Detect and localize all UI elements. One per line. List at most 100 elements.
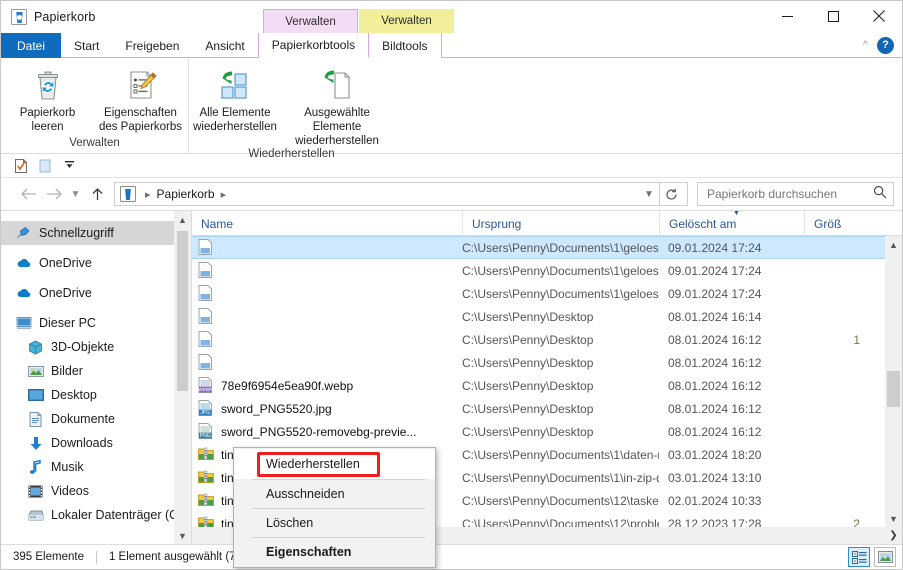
column-header-name[interactable]: Name <box>192 211 462 236</box>
context-menu-item-wiederherstellen[interactable]: Wiederherstellen <box>234 449 435 479</box>
image-file-icon <box>198 239 215 256</box>
origin-cell: C:\Users\Penny\Documents\1\in-zip-dat... <box>462 470 659 485</box>
file-list-vertical-scrollbar[interactable]: ▲ ▼ <box>885 236 902 527</box>
tab-bildtools[interactable]: Bildtools <box>369 33 442 58</box>
deleted-cell: 08.01.2024 16:12 <box>668 332 762 347</box>
chevron-up-icon[interactable]: ^ <box>863 39 868 51</box>
tab-start[interactable]: Start <box>61 33 112 58</box>
recent-locations-icon[interactable]: ▼ <box>67 182 84 206</box>
sidebar-item-onedrive-2[interactable]: OneDrive <box>1 281 191 305</box>
forward-button[interactable] <box>41 182 67 206</box>
search-icon[interactable] <box>873 185 887 204</box>
restore-all-items-button[interactable]: Alle Elemente wiederherstellen <box>189 64 281 134</box>
context-menu-item-ausschneiden[interactable]: Ausschneiden <box>234 480 435 508</box>
tab-freigeben[interactable]: Freigeben <box>112 33 192 58</box>
scroll-up-icon[interactable]: ▲ <box>174 211 191 228</box>
table-row[interactable]: JPG sword_PNG5520.jpg C:\Users\Penny\Des… <box>192 397 902 420</box>
sidebar-item-label: OneDrive <box>39 286 92 300</box>
sidebar-item-bilder[interactable]: Bilder <box>1 359 191 383</box>
up-button[interactable] <box>84 182 110 206</box>
png-file-icon: PNG <box>198 423 215 440</box>
sidebar-item-3d-objekte[interactable]: 3D-Objekte <box>1 335 191 359</box>
file-name-cell: PNG sword_PNG5520-removebg-previe... <box>192 423 462 440</box>
recycle-bin-properties-button[interactable]: Eigenschaften des Papierkorbs <box>94 64 187 134</box>
chevron-down-icon[interactable]: ▼ <box>639 189 659 200</box>
sidebar-item-desktop[interactable]: Desktop <box>1 383 191 407</box>
file-name-cell <box>192 354 462 371</box>
ribbon-button-label: Ausgewählte Elemente wiederherstellen <box>295 107 379 147</box>
sidebar-item-downloads[interactable]: Downloads <box>1 431 191 455</box>
breadcrumb[interactable]: ▸ Papierkorb ▸ ▼ <box>114 182 688 206</box>
table-row[interactable]: PNG sword_PNG5520-removebg-previe... C:\… <box>192 420 902 443</box>
table-row[interactable]: C:\Users\Penny\Documents\1\geloescht... … <box>192 282 902 305</box>
column-header-ursprung[interactable]: Ursprung <box>462 211 659 236</box>
sidebar-item-label: Dieser PC <box>39 316 96 330</box>
table-row[interactable]: WEBP 78e9f6954e5ea90f.webp C:\Users\Penn… <box>192 374 902 397</box>
jpg-file-icon: JPG <box>198 400 215 417</box>
search-input[interactable]: Papierkorb durchsuchen <box>697 182 894 206</box>
breadcrumb-separator[interactable]: ▸ <box>215 188 233 201</box>
ribbon-group-items: Alle Elemente wiederherstellen Ausgewähl… <box>189 64 394 148</box>
column-header-geloescht-am[interactable]: ▼ Gelöscht am <box>659 211 804 236</box>
scrollbar-thumb[interactable] <box>177 231 188 391</box>
navigation-pane-scrollbar[interactable]: ▲ ▼ <box>174 211 191 544</box>
title-bar: Papierkorb Verwalten Verwalten <box>1 1 902 33</box>
tab-datei[interactable]: Datei <box>1 33 62 58</box>
scrollbar-thumb[interactable] <box>887 371 900 407</box>
sidebar-item-dokumente[interactable]: Dokumente <box>1 407 191 431</box>
empty-recycle-bin-icon <box>31 67 65 103</box>
sidebar-item-dieser-pc[interactable]: Dieser PC <box>1 311 191 335</box>
sidebar-item-videos[interactable]: Videos <box>1 479 191 503</box>
deleted-cell: 09.01.2024 17:24 <box>668 263 762 278</box>
contextual-group-label: Verwalten <box>285 15 336 28</box>
deleted-cell: 08.01.2024 16:14 <box>668 309 762 324</box>
column-header-groesse[interactable]: Größ <box>804 211 864 236</box>
scroll-up-icon[interactable]: ▲ <box>885 236 902 253</box>
restore-all-icon <box>217 67 253 103</box>
file-name-cell <box>192 331 462 348</box>
tab-label: Papierkorbtools <box>271 38 356 52</box>
column-headers: Name Ursprung ▼ Gelöscht am Größ <box>192 211 902 236</box>
context-menu-item-loeschen[interactable]: Löschen <box>234 509 435 537</box>
sidebar-item-lokaler-datentraeger-c[interactable]: Lokaler Datenträger (C:) <box>1 503 191 527</box>
large-icons-view-icon[interactable] <box>874 547 896 567</box>
image-file-icon <box>198 308 215 325</box>
scroll-right-icon[interactable]: ❯ <box>885 527 902 544</box>
details-view-icon[interactable] <box>848 547 870 567</box>
tab-ansicht[interactable]: Ansicht <box>192 33 257 58</box>
image-file-icon <box>198 285 215 302</box>
tab-papierkorbtools[interactable]: Papierkorbtools <box>257 33 370 58</box>
help-icon[interactable]: ? <box>877 36 894 54</box>
table-row[interactable]: C:\Users\Penny\Documents\1\geloescht... … <box>192 236 902 259</box>
refresh-icon[interactable] <box>659 182 683 206</box>
table-row[interactable]: C:\Users\Penny\Desktop 08.01.2024 16:14 <box>192 305 902 328</box>
svg-text:WEBP: WEBP <box>198 387 212 392</box>
sidebar-item-onedrive-1[interactable]: OneDrive <box>1 251 191 275</box>
close-button[interactable] <box>856 1 902 31</box>
minimize-button[interactable] <box>764 1 810 31</box>
back-button[interactable] <box>15 182 41 206</box>
table-row[interactable]: C:\Users\Penny\Desktop 08.01.2024 16:12 … <box>192 328 902 351</box>
sidebar-item-schnellzugriff[interactable]: Schnellzugriff <box>1 221 191 245</box>
sidebar-item-musik[interactable]: Musik <box>1 455 191 479</box>
breadcrumb-item-papierkorb[interactable]: Papierkorb <box>157 187 215 201</box>
origin-cell: C:\Users\Penny\Desktop <box>462 424 594 439</box>
scroll-down-icon[interactable]: ▼ <box>885 510 902 527</box>
customize-dropdown-icon[interactable] <box>63 158 79 174</box>
maximize-button[interactable] <box>810 1 856 31</box>
sidebar-item-label: Bilder <box>51 364 83 378</box>
file-name-cell <box>192 308 462 325</box>
sidebar-item-label: Schnellzugriff <box>39 226 114 240</box>
empty-recycle-bin-button[interactable]: Papierkorb leeren <box>1 64 94 134</box>
window-controls <box>764 1 902 31</box>
new-folder-small-icon[interactable] <box>38 158 54 174</box>
tab-label: Freigeben <box>125 38 180 53</box>
table-row[interactable]: C:\Users\Penny\Desktop 08.01.2024 16:12 <box>192 351 902 374</box>
deleted-cell: 08.01.2024 16:12 <box>668 378 762 393</box>
properties-small-icon[interactable] <box>13 158 29 174</box>
context-menu-label: Löschen <box>266 516 314 530</box>
restore-selected-items-button[interactable]: Ausgewählte Elemente wiederherstellen <box>281 64 393 148</box>
table-row[interactable]: C:\Users\Penny\Documents\1\geloescht... … <box>192 259 902 282</box>
scroll-down-icon[interactable]: ▼ <box>174 527 191 544</box>
context-menu-item-eigenschaften[interactable]: Eigenschaften <box>234 538 435 566</box>
